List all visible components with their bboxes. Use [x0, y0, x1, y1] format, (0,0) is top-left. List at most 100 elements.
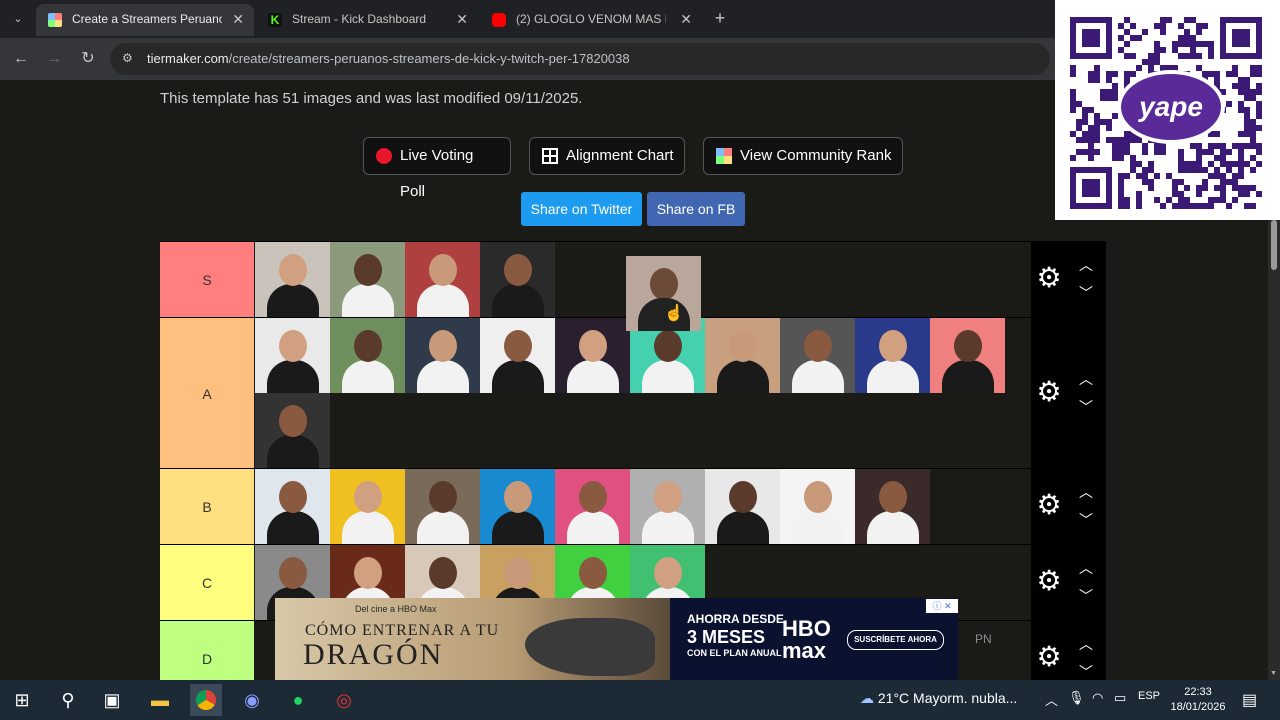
gear-icon[interactable]: ⚙: [1036, 491, 1062, 519]
hand-cursor-icon: ☝: [664, 305, 684, 322]
tier-image[interactable]: [780, 318, 855, 393]
chevron-up-icon[interactable]: ︿: [1045, 690, 1058, 709]
site-info-icon[interactable]: ⚙: [122, 51, 136, 65]
tier-image[interactable]: [930, 318, 1005, 393]
tab-search-button[interactable]: ⌄: [6, 8, 30, 30]
tab-youtube[interactable]: (2) GLOGLO VENOM MAS ROSO ✕: [480, 4, 702, 36]
ad-offer-line2: 3 MESES: [687, 627, 766, 647]
windows-start-icon[interactable]: ⊞: [6, 684, 38, 716]
tier-image[interactable]: [480, 318, 555, 393]
gear-icon[interactable]: ⚙: [1036, 378, 1062, 406]
share-twitter-button[interactable]: Share on Twitter: [521, 192, 642, 226]
dragon-illustration: [525, 618, 655, 676]
chevron-up-icon[interactable]: ︿: [1077, 485, 1095, 499]
scroll-down-arrow[interactable]: ▼: [1270, 670, 1278, 678]
back-arrow-icon[interactable]: ←: [10, 48, 32, 70]
clock[interactable]: 22:33 18/01/2026: [1163, 685, 1233, 715]
notifications-icon[interactable]: ▤: [1242, 690, 1257, 710]
hbo-max-logo: HBO max: [782, 616, 831, 663]
chevron-down-icon[interactable]: ﹀: [1077, 513, 1095, 527]
new-tab-button[interactable]: +: [710, 8, 730, 30]
task-view-icon[interactable]: ▣: [96, 684, 128, 716]
close-icon[interactable]: ✕: [680, 4, 692, 34]
tab-title: Stream - Kick Dashboard: [292, 12, 427, 26]
tier-image[interactable]: [705, 469, 780, 544]
tier-controls-a: ⚙ ︿ ﹀: [1031, 317, 1106, 468]
tier-image[interactable]: [480, 242, 555, 317]
forward-arrow-icon[interactable]: →: [43, 48, 65, 70]
tier-image[interactable]: [780, 469, 855, 544]
windows-taskbar: ⊞ ⚲ ▣ ▬ ◉ ● ◎ ☁ 21°C Mayorm. nubla... ︿ …: [0, 680, 1280, 720]
ad-side-label: PN: [975, 632, 992, 646]
scroll-thumb[interactable]: [1271, 220, 1277, 270]
battery-icon[interactable]: ▭: [1114, 690, 1126, 706]
chevron-down-icon[interactable]: ﹀: [1077, 286, 1095, 300]
alignment-chart-button[interactable]: Alignment Chart: [529, 137, 685, 175]
tier-image[interactable]: [330, 469, 405, 544]
spotify-icon[interactable]: ●: [282, 684, 314, 716]
tier-image[interactable]: [555, 469, 630, 544]
weather-widget[interactable]: ☁ 21°C Mayorm. nubla...: [860, 690, 1017, 707]
ad-banner[interactable]: Del cine a HBO Max CÓMO ENTRENAR A TU DR…: [275, 598, 958, 680]
tier-label-d[interactable]: D: [160, 621, 254, 680]
ad-artwork: Del cine a HBO Max CÓMO ENTRENAR A TU DR…: [275, 598, 670, 680]
ad-choices-icon[interactable]: ⓘ ✕: [926, 599, 958, 613]
tier-image[interactable]: [405, 318, 480, 393]
weather-cloud-icon: ☁: [860, 690, 874, 706]
reload-icon[interactable]: ↻: [77, 48, 99, 70]
tier-label-c[interactable]: C: [160, 545, 254, 621]
close-icon[interactable]: ✕: [232, 4, 244, 34]
file-explorer-icon[interactable]: ▬: [144, 684, 176, 716]
tier-label-a[interactable]: A: [160, 318, 254, 469]
obs-icon[interactable]: ◎: [328, 684, 360, 716]
tier-image[interactable]: [480, 469, 555, 544]
tier-image[interactable]: [330, 318, 405, 393]
language-indicator[interactable]: ESP: [1138, 690, 1160, 702]
chevron-up-icon[interactable]: ︿: [1077, 561, 1095, 575]
tier-image[interactable]: [855, 469, 930, 544]
tier-grid-icon: [716, 148, 732, 164]
gear-icon[interactable]: ⚙: [1036, 264, 1062, 292]
address-bar[interactable]: ⚙ tiermaker.com/create/streamers-peruano…: [110, 43, 1050, 75]
tab-title: (2) GLOGLO VENOM MAS ROSO: [516, 12, 666, 26]
microphone-icon[interactable]: 🎙: [1068, 690, 1085, 706]
template-info: This template has 51 images and was last…: [160, 90, 583, 107]
chevron-down-icon[interactable]: ﹀: [1077, 400, 1095, 414]
tier-image[interactable]: [255, 242, 330, 317]
wifi-icon[interactable]: ◠: [1092, 690, 1103, 706]
tab-tiermaker[interactable]: Create a Streamers Peruanos (S ✕: [36, 4, 254, 36]
tier-label-s[interactable]: S: [160, 242, 254, 318]
subscribe-button[interactable]: SUSCRÍBETE AHORA: [847, 630, 944, 650]
kick-favicon: K: [268, 13, 282, 27]
tier-controls-b: ⚙ ︿ ﹀: [1031, 468, 1106, 544]
chevron-up-icon[interactable]: ︿: [1077, 637, 1095, 651]
tier-image[interactable]: [255, 318, 330, 393]
tier-image[interactable]: [855, 318, 930, 393]
tab-title: Create a Streamers Peruanos (S: [72, 12, 222, 26]
tier-controls-s: ⚙ ︿ ﹀: [1031, 241, 1106, 317]
chevron-up-icon[interactable]: ︿: [1077, 258, 1095, 272]
tier-image[interactable]: [255, 469, 330, 544]
search-icon[interactable]: ⚲: [52, 684, 84, 716]
chrome-icon[interactable]: [190, 684, 222, 716]
close-icon[interactable]: ✕: [456, 4, 468, 34]
chevron-down-icon[interactable]: ﹀: [1077, 665, 1095, 679]
tier-image[interactable]: [555, 318, 630, 393]
share-fb-button[interactable]: Share on FB: [647, 192, 745, 226]
tier-image[interactable]: [630, 469, 705, 544]
discord-icon[interactable]: ◉: [236, 684, 268, 716]
live-voting-poll-button[interactable]: Live Voting Poll: [363, 137, 511, 200]
gear-icon[interactable]: ⚙: [1036, 643, 1062, 671]
gear-icon[interactable]: ⚙: [1036, 567, 1062, 595]
tier-image[interactable]: [330, 242, 405, 317]
chevron-up-icon[interactable]: ︿: [1077, 372, 1095, 386]
tier-label-b[interactable]: B: [160, 469, 254, 545]
tier-image[interactable]: [705, 318, 780, 393]
view-community-rank-button[interactable]: View Community Rank: [703, 137, 903, 175]
chevron-down-icon[interactable]: ﹀: [1077, 589, 1095, 603]
tier-image[interactable]: [255, 393, 330, 468]
tier-image[interactable]: [405, 242, 480, 317]
tab-kick-dashboard[interactable]: K Stream - Kick Dashboard ✕: [256, 4, 478, 36]
grid-icon: [542, 148, 558, 164]
tier-image[interactable]: [405, 469, 480, 544]
